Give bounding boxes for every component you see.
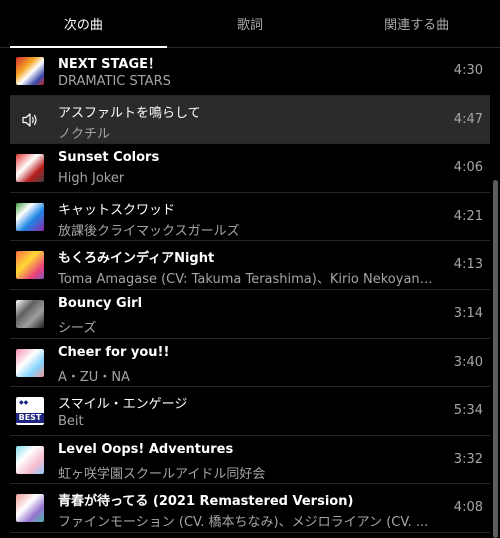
tab-lyrics[interactable]: 歌詞 [167, 0, 334, 47]
queue-item-now-playing[interactable]: アスファルトを鳴らして ノクチル 4:47 [10, 95, 490, 145]
queue-item[interactable]: 青春が待ってる (2021 Remastered Version) ファインモー… [10, 484, 490, 533]
song-title: Level Oops! Adventures [58, 441, 234, 457]
song-duration: 3:40 [453, 354, 483, 370]
song-artist: シーズ [58, 320, 97, 336]
song-artist: 放課後クライマックスガールズ [58, 223, 240, 239]
tab-bar: 次の曲 歌詞 関連する曲 [0, 0, 500, 48]
song-artist: 虹ヶ咲学園スクールアイドル同好会 [58, 466, 266, 482]
song-title: Sunset Colors [58, 150, 160, 166]
album-art [16, 57, 44, 85]
album-art [16, 445, 44, 474]
song-duration: 3:14 [453, 305, 483, 321]
song-artist: Beit [58, 414, 84, 430]
song-artist: ノクチル [58, 126, 111, 142]
album-art-mark: ◆◆ [19, 399, 29, 407]
album-art [16, 251, 44, 280]
song-title: キャットスクワッド [58, 202, 176, 218]
song-title: Cheer for you!! [58, 344, 170, 360]
song-duration: 4:08 [453, 500, 483, 516]
song-duration: 4:21 [453, 208, 483, 224]
song-title: Bouncy Girl [58, 295, 143, 311]
queue-item[interactable]: ◆◆ BEST スマイル・エンゲージ Beit 5:34 [10, 387, 490, 436]
song-artist: ファインモーション (CV. 橋本ちなみ)、メジロライアン (CV. ... [58, 515, 429, 531]
song-artist: Toma Amagase (CV: Takuma Terashima)、Kiri… [58, 272, 438, 288]
song-title: もくろみインディアNight [58, 251, 215, 267]
song-title: アスファルトを鳴らして [58, 105, 201, 121]
song-title: NEXT STAGE！ [58, 57, 162, 72]
song-artist: DRAMATIC STARS [58, 74, 171, 89]
album-art [16, 299, 44, 328]
album-art [16, 494, 44, 523]
queue-list: NEXT STAGE！ DRAMATIC STARS 4:30 アスファルトを鳴… [0, 47, 500, 533]
tab-lyrics-label: 歌詞 [237, 18, 264, 33]
song-duration: 4:13 [453, 257, 483, 273]
song-duration: 3:32 [453, 451, 483, 467]
queue-item[interactable]: キャットスクワッド 放課後クライマックスガールズ 4:21 [10, 193, 490, 242]
album-art: ◆◆ BEST [16, 397, 44, 426]
queue-item[interactable]: Sunset Colors High Joker 4:06 [10, 144, 490, 193]
tab-up-next[interactable]: 次の曲 [0, 0, 167, 48]
song-duration: 4:30 [453, 63, 483, 78]
queue-item[interactable]: もくろみインディアNight Toma Amagase (CV: Takuma … [10, 241, 490, 290]
album-art [16, 154, 44, 183]
song-artist: High Joker [58, 171, 125, 187]
queue-item[interactable]: NEXT STAGE！ DRAMATIC STARS 4:30 [10, 47, 490, 96]
queue-item[interactable]: Bouncy Girl シーズ 3:14 [10, 290, 490, 339]
scrollbar[interactable] [493, 180, 498, 538]
tab-related[interactable]: 関連する曲 [333, 0, 500, 47]
tab-up-next-label: 次の曲 [63, 18, 103, 33]
song-duration: 5:34 [453, 403, 483, 419]
speaker-icon [16, 106, 44, 134]
song-artist: A・ZU・NA [58, 369, 130, 385]
album-art [16, 202, 44, 231]
album-art [16, 348, 44, 377]
song-title: 青春が待ってる (2021 Remastered Version) [58, 494, 354, 510]
album-art-text: BEST [16, 413, 44, 424]
tab-related-label: 関連する曲 [384, 18, 450, 33]
queue-item[interactable]: Cheer for you!! A・ZU・NA 3:40 [10, 339, 490, 388]
queue-item[interactable]: Level Oops! Adventures 虹ヶ咲学園スクールアイドル同好会 … [10, 436, 490, 485]
song-title: スマイル・エンゲージ [58, 397, 188, 413]
song-duration: 4:06 [453, 160, 483, 176]
song-duration: 4:47 [453, 111, 483, 127]
